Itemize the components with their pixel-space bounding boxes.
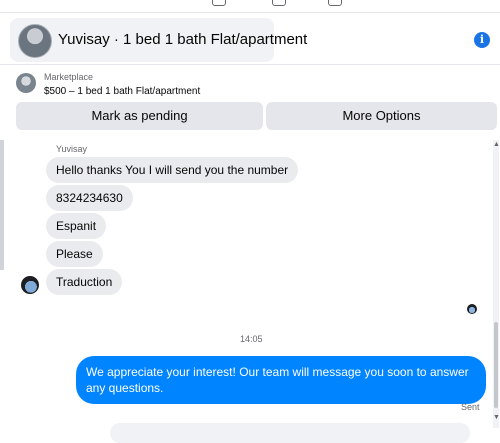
info-icon[interactable]: i [474, 32, 490, 48]
toolbar-icon[interactable] [272, 0, 286, 6]
scrollbar-thumb[interactable] [494, 322, 498, 408]
panel-edge [0, 140, 4, 270]
listing-avatar [16, 73, 36, 93]
listing-thumbnail [18, 24, 52, 58]
message-timestamp: 14:05 [240, 334, 263, 344]
incoming-message[interactable]: Espanit [46, 213, 107, 239]
sender-avatar[interactable] [21, 276, 39, 294]
mark-as-pending-button[interactable]: Mark as pending [16, 102, 263, 130]
incoming-message[interactable]: Please [46, 241, 103, 267]
outgoing-message[interactable]: We appreciate your interest! Our team wi… [76, 356, 486, 404]
toolbar-icon[interactable] [328, 0, 342, 6]
scroll-down-icon[interactable]: ▼ [493, 414, 500, 421]
seen-avatar-icon [467, 304, 477, 314]
more-options-button[interactable]: More Options [266, 102, 497, 130]
delivery-status: Sent [461, 402, 480, 412]
toolbar-icon[interactable] [212, 0, 226, 6]
incoming-message[interactable]: Traduction [46, 269, 123, 295]
scroll-up-icon[interactable]: ▲ [493, 141, 500, 148]
incoming-message[interactable]: 8324234630 [46, 185, 133, 211]
divider [0, 64, 500, 65]
sender-name: Yuvisay [56, 144, 88, 154]
marketplace-label: Marketplace [44, 72, 94, 82]
listing-summary[interactable]: $500 – 1 bed 1 bath Flat/apartment [44, 86, 200, 97]
message-composer[interactable] [110, 423, 470, 443]
top-strip [0, 0, 500, 13]
conversation-title: Yuvisay · 1 bed 1 bath Flat/apartment [58, 31, 308, 48]
incoming-message[interactable]: Hello thanks You I will send you the num… [46, 157, 299, 183]
conversation-header[interactable]: Yuvisay · 1 bed 1 bath Flat/apartment [10, 18, 307, 62]
